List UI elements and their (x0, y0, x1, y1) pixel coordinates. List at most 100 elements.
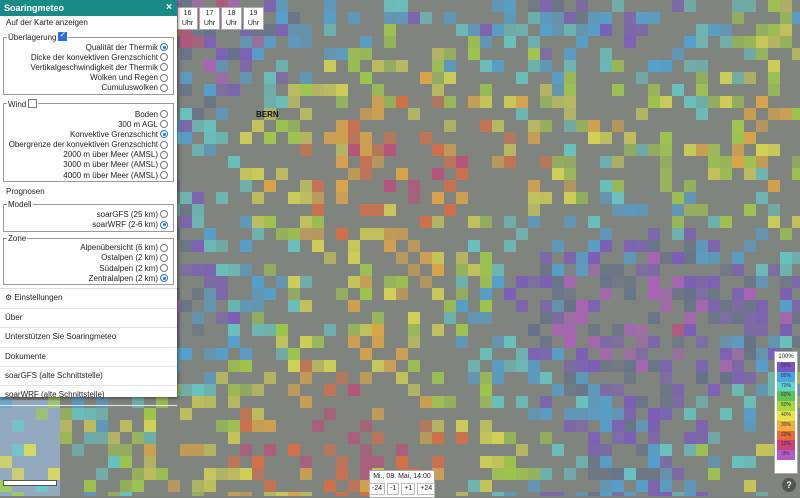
map-forecast-cell (708, 432, 720, 444)
map-forecast-cell (180, 348, 192, 360)
map-forecast-cell (420, 276, 432, 288)
help-button[interactable]: ? (782, 478, 796, 492)
time-step-button[interactable]: +1 (401, 483, 416, 495)
map-forecast-cell (672, 84, 684, 96)
radio-button[interactable] (160, 73, 168, 82)
overlay-option[interactable]: Wolken und Regen (7, 73, 170, 83)
radio-button[interactable] (160, 43, 168, 52)
radio-button[interactable] (160, 120, 168, 129)
zone-option[interactable]: Südalpen (2 km) (7, 263, 170, 273)
overlay-option[interactable]: Cumuluswolken (7, 83, 170, 93)
map-forecast-cell (384, 24, 396, 36)
wind-option[interactable]: Obergrenze der konvektiven Grenzschicht (7, 140, 170, 150)
wind-option[interactable]: 2000 m über Meer (AMSL) (7, 150, 170, 160)
time-step-button[interactable]: -24 (368, 483, 386, 495)
wind-option[interactable]: Boden (7, 109, 170, 119)
hour-button[interactable]: 16 Uhr (177, 7, 198, 30)
map-forecast-cell (732, 72, 744, 84)
menu-item[interactable]: soarWRF (alte Schnittstelle) (0, 386, 177, 406)
map-forecast-cell (300, 372, 312, 384)
map-forecast-cell (216, 108, 228, 120)
map-forecast-cell (432, 432, 444, 444)
map-forecast-cell (84, 492, 96, 496)
radio-button[interactable] (160, 110, 168, 119)
map-forecast-cell (696, 84, 708, 96)
map-forecast-cell (228, 384, 240, 396)
radio-button[interactable] (160, 264, 168, 273)
hour-button[interactable]: 18 Uhr (221, 7, 242, 30)
map-forecast-cell (360, 276, 372, 288)
menu-item[interactable]: soarGFS (alte Schnittstelle) (0, 367, 177, 387)
map-forecast-cell (600, 468, 612, 480)
map-forecast-cell (300, 180, 312, 192)
map-forecast-cell (228, 300, 240, 312)
hour-button[interactable]: 19 Uhr (243, 7, 264, 30)
radio-button[interactable] (160, 63, 168, 72)
wind-checkbox[interactable] (28, 98, 38, 108)
wind-option[interactable]: Konvektive Grenzschicht (7, 129, 170, 139)
close-icon[interactable]: × (166, 0, 172, 16)
hour-button[interactable]: 17 Uhr (199, 7, 220, 30)
map-forecast-cell (684, 180, 696, 192)
map-forecast-cell (540, 96, 552, 108)
map-forecast-cell (672, 276, 684, 288)
radio-button[interactable] (160, 243, 168, 252)
map-forecast-cell (756, 96, 768, 108)
wind-option[interactable]: 3000 m über Meer (AMSL) (7, 160, 170, 170)
overlay-option[interactable]: Qualität der Thermik (7, 42, 170, 52)
wind-option[interactable]: 4000 m über Meer (AMSL) (7, 170, 170, 180)
map-forecast-cell (228, 468, 240, 480)
radio-button[interactable] (160, 53, 168, 62)
map-forecast-cell (72, 408, 84, 420)
radio-button[interactable] (160, 171, 168, 180)
map-forecast-cell (240, 264, 252, 276)
zone-option[interactable]: Ostalpen (2 km) (7, 253, 170, 263)
radio-button[interactable] (160, 140, 168, 149)
map-forecast-cell (180, 108, 192, 120)
radio-button[interactable] (160, 274, 168, 283)
radio-button[interactable] (160, 160, 168, 169)
wind-option[interactable]: 300 m AGL (7, 119, 170, 129)
overlay-checkbox[interactable] (58, 30, 68, 41)
menu-item[interactable]: Dokumente (0, 348, 177, 367)
map-forecast-cell (300, 192, 312, 204)
hour-unit: Uhr (225, 20, 238, 27)
map-forecast-cell (648, 60, 660, 72)
zone-option[interactable]: Alpenübersicht (6 km) (7, 243, 170, 253)
map-forecast-cell (132, 432, 144, 444)
map-forecast-cell (588, 384, 600, 396)
radio-button[interactable] (160, 220, 168, 229)
map-forecast-cell (288, 96, 300, 108)
menu-item[interactable]: Über (0, 309, 177, 329)
radio-button[interactable] (160, 83, 168, 92)
map-forecast-cell (324, 24, 336, 36)
time-step-button[interactable]: +24 (417, 483, 436, 495)
radio-button[interactable] (160, 210, 168, 219)
map-forecast-cell (660, 372, 672, 384)
model-option[interactable]: soarWRF (2-6 km) (7, 219, 170, 229)
settings-menu-item[interactable]: ⚙ Einstellungen (0, 289, 177, 309)
map-forecast-cell (432, 96, 444, 108)
map-forecast-cell (228, 432, 240, 444)
zone-option[interactable]: Zentralalpen (2 km) (7, 273, 170, 283)
map-forecast-cell (744, 72, 756, 84)
map-forecast-cell (564, 420, 576, 432)
radio-button[interactable] (160, 130, 168, 139)
map-forecast-cell (480, 252, 492, 264)
map-forecast-cell (240, 216, 252, 228)
model-option[interactable]: soarGFS (25 km) (7, 209, 170, 219)
radio-button[interactable] (160, 150, 168, 159)
map-forecast-cell (432, 288, 444, 300)
map-forecast-cell (540, 348, 552, 360)
menu-item[interactable]: Unterstützen Sie Soaringmeteo (0, 328, 177, 348)
map-forecast-cell (228, 324, 240, 336)
map-forecast-cell (300, 300, 312, 312)
overlay-option[interactable]: Vertikalgeschwindigkeit der Thermik (7, 62, 170, 72)
map-forecast-cell (552, 72, 564, 84)
map-forecast-cell (480, 348, 492, 360)
map-forecast-cell (540, 468, 552, 480)
time-step-button[interactable]: -1 (387, 483, 400, 495)
map-forecast-cell (564, 168, 576, 180)
overlay-option[interactable]: Dicke der konvektiven Grenzschicht (7, 52, 170, 62)
radio-button[interactable] (160, 253, 168, 262)
